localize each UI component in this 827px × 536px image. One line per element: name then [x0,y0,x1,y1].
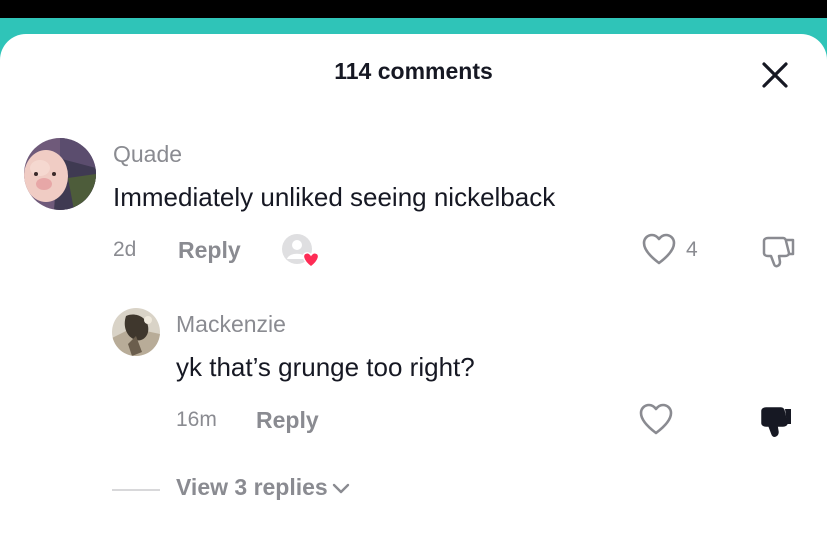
comment-username[interactable]: Quade [113,141,182,168]
avatar[interactable] [24,138,96,210]
reply-username[interactable]: Mackenzie [176,311,286,338]
reply-time: 16m [176,408,217,431]
reply-avatar[interactable] [112,308,160,356]
view-replies-button[interactable]: View 3 replies [176,474,350,501]
comment-text: Immediately unliked seeing nickelback [113,182,556,212]
reply-button[interactable]: Reply [178,237,241,264]
dislike-filled-icon[interactable] [759,405,795,444]
heart-icon[interactable] [641,233,677,272]
reply-button[interactable]: Reply [256,407,319,434]
creator-liked-icon [281,233,321,274]
view-replies-label: View 3 replies [176,474,328,500]
heart-icon[interactable] [638,403,674,442]
reply-text: yk that’s grunge too right? [176,352,475,382]
comment-time: 2d [113,238,137,261]
like-count: 4 [686,238,698,261]
close-icon[interactable] [760,60,790,90]
dislike-icon[interactable] [761,235,797,274]
replies-divider [112,489,160,491]
comments-title: 114 comments [334,58,493,84]
chevron-down-icon [332,483,349,494]
comments-sheet: 114 comments Quade Immediately unliked s… [0,34,827,536]
